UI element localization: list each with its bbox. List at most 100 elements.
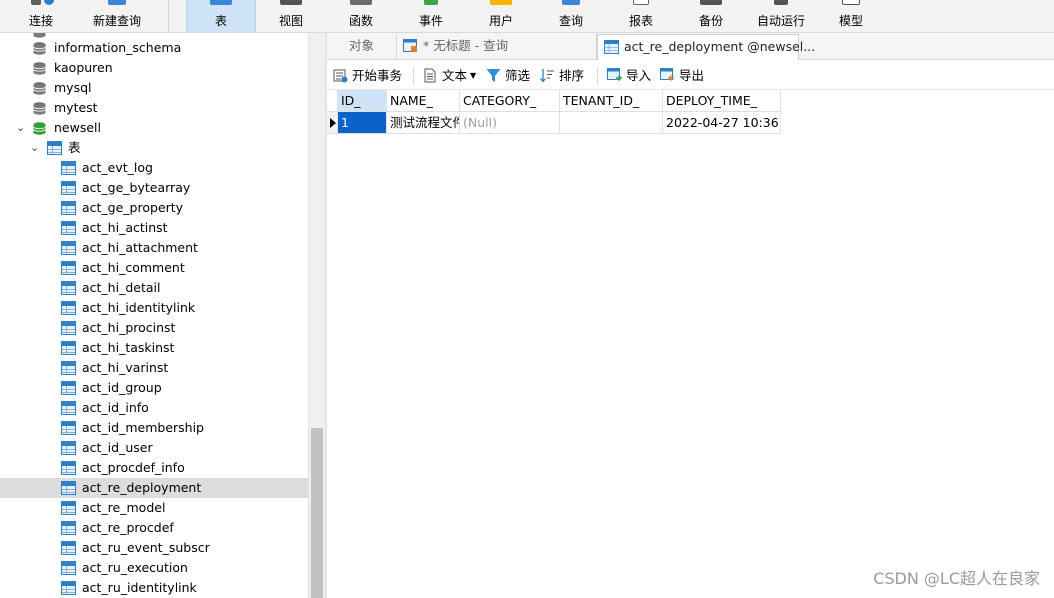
- tab-act-re-deployment[interactable]: act_re_deployment @newsel...: [597, 34, 815, 60]
- queries-button[interactable]: 查询: [536, 0, 606, 32]
- reports-button[interactable]: 报表: [606, 0, 676, 32]
- export-button[interactable]: 导出: [660, 66, 708, 86]
- table-icon: [61, 221, 76, 235]
- tree-table-item[interactable]: act_id_info: [0, 398, 308, 418]
- transaction-icon: [333, 69, 348, 83]
- tree-table-item[interactable]: act_hi_taskinst: [0, 338, 308, 358]
- tree-scrollbar-thumb[interactable]: [311, 428, 323, 598]
- table-icon: [604, 40, 619, 54]
- tables-button[interactable]: 表: [186, 0, 256, 32]
- tree-table-item[interactable]: act_ge_bytearray: [0, 178, 308, 198]
- tree-db-newsell[interactable]: ⌄ newsell: [0, 118, 308, 138]
- model-icon: [842, 0, 860, 5]
- connect-button[interactable]: 连接: [14, 0, 68, 32]
- tree-table-label: act_ru_identitylink: [82, 580, 197, 595]
- query-table-icon: [403, 39, 417, 52]
- table-icon: [61, 401, 76, 415]
- views-button[interactable]: 视图: [256, 0, 326, 32]
- tree-table-label: act_id_user: [82, 440, 153, 455]
- current-row-arrow-icon: [330, 118, 336, 128]
- toolbar-divider: [413, 67, 414, 85]
- tab-objects[interactable]: 对象: [327, 34, 397, 60]
- automation-button[interactable]: 自动运行: [746, 0, 816, 32]
- chevron-down-icon[interactable]: ⌄: [16, 118, 25, 138]
- tree-db-kaopuren[interactable]: kaopuren: [0, 58, 308, 78]
- tree-table-item[interactable]: act_re_procdef: [0, 518, 308, 538]
- report-icon: [633, 0, 649, 5]
- tree-table-item[interactable]: act_evt_log: [0, 158, 308, 178]
- table-icon: [210, 0, 232, 5]
- table-icon: [61, 581, 76, 595]
- tree-table-label: act_id_membership: [82, 420, 204, 435]
- column-header-category[interactable]: CATEGORY_: [460, 90, 560, 112]
- new-query-icon: [108, 0, 126, 5]
- database-icon: [33, 42, 46, 55]
- backup-button[interactable]: 备份: [676, 0, 746, 32]
- table-icon: [61, 561, 76, 575]
- user-icon: [490, 0, 512, 5]
- tree-table-item[interactable]: act_hi_varinst: [0, 358, 308, 378]
- import-button[interactable]: 导入: [607, 66, 655, 86]
- tree-db-mytest[interactable]: mytest: [0, 98, 308, 118]
- tree-scrollbar[interactable]: [308, 33, 325, 598]
- table-icon: [61, 321, 76, 335]
- sort-icon: [540, 69, 554, 83]
- new-query-button[interactable]: 新建查询: [80, 0, 154, 32]
- table-icon: [61, 441, 76, 455]
- export-icon: [660, 68, 674, 81]
- tree-table-label: act_hi_attachment: [82, 240, 198, 255]
- table-icon: [61, 241, 76, 255]
- watermark: CSDN @LC超人在良家: [873, 569, 1040, 588]
- tree-table-label: act_re_procdef: [82, 520, 174, 535]
- users-button[interactable]: 用户: [466, 0, 536, 32]
- tree-table-item[interactable]: act_hi_actinst: [0, 218, 308, 238]
- cell-tenant-id[interactable]: [560, 112, 663, 134]
- table-icon: [61, 381, 76, 395]
- column-header-id[interactable]: ID_: [338, 90, 387, 112]
- cell-name[interactable]: 测试流程文件: [387, 112, 460, 134]
- sort-button[interactable]: 排序: [540, 66, 590, 86]
- tree-table-label: act_evt_log: [82, 160, 153, 175]
- tab-bar: 对象 * 无标题 - 查询 act_re_deployment @newsel.…: [327, 33, 1054, 60]
- tree-table-item[interactable]: act_id_user: [0, 438, 308, 458]
- model-button[interactable]: 模型: [816, 0, 886, 32]
- tree-table-item[interactable]: act_hi_procinst: [0, 318, 308, 338]
- cell-id[interactable]: 1: [338, 112, 387, 134]
- function-icon: [350, 0, 372, 5]
- object-tree: information_schema kaopuren mysql mytest…: [0, 33, 308, 598]
- tree-folder-tables[interactable]: ⌄ 表: [0, 138, 308, 158]
- functions-button[interactable]: 函数: [326, 0, 396, 32]
- tree-table-item[interactable]: act_procdef_info: [0, 458, 308, 478]
- tree-table-item[interactable]: act_ru_event_subscr: [0, 538, 308, 558]
- tree-table-item[interactable]: act_ge_property: [0, 198, 308, 218]
- tree-table-item[interactable]: act_ru_execution: [0, 558, 308, 578]
- events-button[interactable]: 事件: [396, 0, 466, 32]
- column-header-deploy-time[interactable]: DEPLOY_TIME_: [663, 90, 781, 112]
- cell-deploy-time[interactable]: 2022-04-27 10:36:39: [663, 112, 781, 134]
- column-header-name[interactable]: NAME_: [387, 90, 460, 112]
- tree-db-mysql[interactable]: mysql: [0, 78, 308, 98]
- tree-table-item[interactable]: act_hi_attachment: [0, 238, 308, 258]
- tab-untitled-query[interactable]: * 无标题 - 查询: [397, 34, 597, 60]
- filter-button[interactable]: 筛选: [486, 66, 536, 86]
- tree-table-item[interactable]: act_id_group: [0, 378, 308, 398]
- tree-table-item[interactable]: act_re_model: [0, 498, 308, 518]
- tree-table-label: act_hi_varinst: [82, 360, 169, 375]
- chevron-down-icon[interactable]: ⌄: [30, 138, 39, 158]
- table-icon: [61, 481, 76, 495]
- tree-table-item[interactable]: act_hi_detail: [0, 278, 308, 298]
- begin-transaction-button[interactable]: 开始事务: [333, 66, 409, 86]
- database-icon: [33, 62, 46, 75]
- tree-table-label: act_hi_detail: [82, 280, 161, 295]
- tree-table-item[interactable]: act_id_membership: [0, 418, 308, 438]
- tree-table-item[interactable]: act_hi_comment: [0, 258, 308, 278]
- tree-table-item[interactable]: act_ru_identitylink: [0, 578, 308, 598]
- tree-table-item[interactable]: act_re_deployment: [0, 478, 308, 498]
- tree-table-item[interactable]: act_hi_identitylink: [0, 298, 308, 318]
- column-header-tenant-id[interactable]: TENANT_ID_: [560, 90, 663, 112]
- text-view-button[interactable]: 文本 ▼: [423, 66, 483, 86]
- tree-db-information-schema[interactable]: information_schema: [0, 38, 308, 58]
- table-toolbar: 开始事务 文本 ▼ 筛选 排序 导入 导出: [327, 61, 1054, 90]
- cell-category[interactable]: (Null): [460, 112, 560, 134]
- table-icon: [61, 161, 76, 175]
